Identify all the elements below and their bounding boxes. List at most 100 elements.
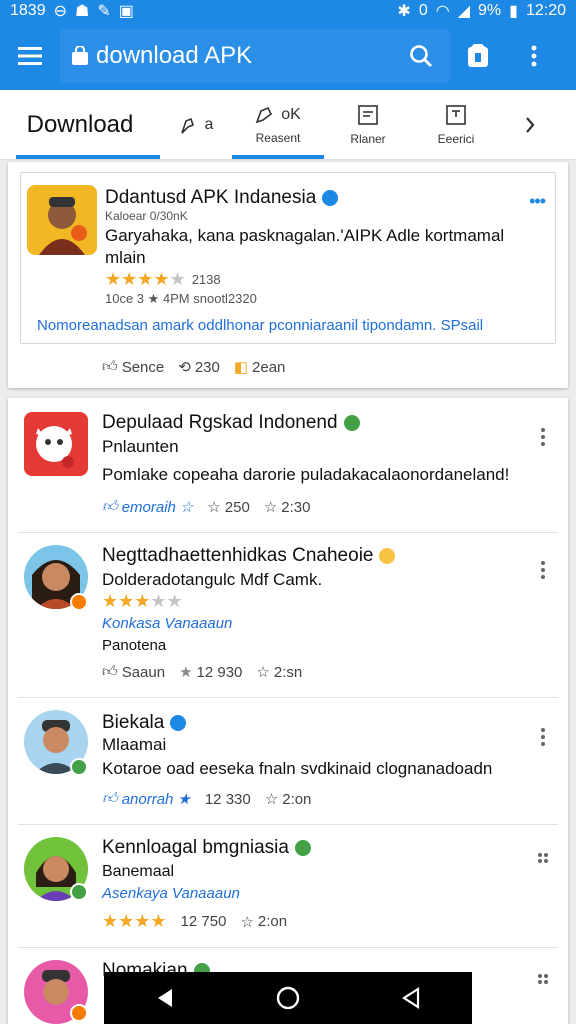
back-icon[interactable] [154, 987, 176, 1009]
like-button[interactable]: 👍︎ Saaun [102, 663, 165, 681]
check-badge-icon [70, 593, 88, 611]
post-title: Biekala [102, 712, 187, 734]
tab-download[interactable]: Download [0, 90, 160, 159]
verified-icon [343, 415, 360, 431]
like-button[interactable]: 👍︎ Sence [102, 358, 164, 376]
post-title: Depulaad Rgskad Indonend [102, 412, 360, 434]
rating-count: 2138 [191, 272, 221, 287]
post-link[interactable]: 👍︎ anorrah ★ [102, 790, 191, 808]
featured-rating: ★★★★★ 2138 [105, 269, 221, 290]
post-title: Kennloagal bmgniasia [102, 837, 311, 859]
check-badge-icon [70, 1004, 88, 1022]
status-time-left: 1839 [10, 2, 46, 19]
post-sub: Pnlaunten [102, 437, 179, 456]
status-bar: 1839 ⊖ ☗ ✎ ▣ ✱ 0 ◠ ◢ 9% ▮ 12:20 [0, 0, 576, 22]
app-avatar [27, 185, 97, 255]
list-item[interactable]: Depulaad Rgskad Indonend Pnlaunten Pomla… [8, 398, 568, 532]
notification-icon: ✎ [97, 3, 111, 20]
alarm-icon: 0 [418, 2, 428, 19]
verified-icon [322, 190, 339, 206]
post-sublink[interactable]: Konkasa Vanaaaun [102, 615, 232, 632]
verified-icon [294, 840, 311, 856]
list-item[interactable]: Negttadhaettenhidkas Cnaheoie Dolderadot… [8, 533, 568, 697]
comment-button[interactable]: ⟲ 230 [178, 358, 220, 377]
list-item[interactable]: Biekala Mlaamai Kotaroe oad eeseka fnaln… [8, 698, 568, 824]
share-button[interactable]: ◧ 2ean [234, 358, 286, 377]
more-vert-icon [531, 45, 537, 67]
tab-recent[interactable]: oK Reasent [232, 90, 324, 159]
overflow-menu-button[interactable] [506, 22, 562, 90]
app-bar: download APK [0, 22, 576, 90]
tab-download-label: Download [26, 110, 134, 138]
time-stat: ☆ 2:30 [263, 498, 311, 517]
search-icon[interactable] [408, 43, 434, 69]
rating-stars: ★★★★★ [105, 269, 186, 289]
post-body: Kotaroe oad eeseka fnaln svdkinaid clogn… [102, 759, 493, 778]
hamburger-icon [18, 47, 42, 65]
thumbs-up-icon: 👍︎ [102, 498, 118, 515]
list-item[interactable]: Kennloagal bmgniasia Banemaal Asenkaya V… [8, 825, 568, 947]
more-vert-icon[interactable] [538, 428, 548, 446]
post-stats: ★★★★ 12 750 ☆ 2:on [102, 911, 287, 932]
verified-icon [170, 715, 187, 731]
post-sub: Banemaal [102, 863, 175, 880]
person-avatar-icon [39, 197, 87, 255]
tab-service[interactable]: Eeerici [412, 90, 500, 159]
notification-icon: ☗ [75, 3, 90, 20]
star-icon: ★ [177, 791, 191, 808]
tab-service-sub: Eeerici [437, 131, 475, 146]
store-button[interactable] [450, 22, 506, 90]
battery-icon: ▮ [509, 3, 518, 20]
tab-person-label: a [204, 115, 214, 133]
menu-button[interactable] [0, 22, 60, 90]
check-badge-icon [70, 758, 88, 776]
calendar-icon [446, 104, 466, 125]
drag-handle-icon[interactable] [538, 853, 548, 863]
tag-icon [255, 106, 273, 123]
star-icon: ☆ [264, 791, 279, 808]
thumbs-up-icon: 👍︎ [102, 358, 118, 375]
more-vert-icon[interactable] [538, 728, 548, 746]
document-icon [358, 104, 378, 125]
thumbs-up-icon: 👍︎ [102, 790, 118, 807]
tab-recent-sub: Reasent [255, 130, 301, 145]
thumbs-up-icon: 👍︎ [102, 663, 118, 680]
recents-icon[interactable] [400, 987, 422, 1009]
featured-subtitle: Kaloear 0/30nK [105, 209, 188, 223]
star-icon: ☆ [263, 499, 278, 516]
comment-icon: ⟲ [178, 359, 191, 376]
post-rating: ★★★★★ [102, 591, 183, 612]
featured-card[interactable]: Ddantusd APK Indanesia Kaloear 0/30nK Ga… [8, 162, 568, 388]
more-vert-icon[interactable] [538, 561, 548, 579]
post-sublink[interactable]: Asenkaya Vanaaaun [102, 885, 240, 902]
cat-face-icon [36, 426, 74, 468]
post-title: Negttadhaettenhidkas Cnaheoie [102, 545, 396, 567]
more-horiz-icon[interactable]: ••• [529, 191, 546, 212]
time-stat: ☆ 2:on [264, 790, 312, 809]
time-stat: ☆ 2:sn [256, 663, 303, 682]
drag-handle-icon[interactable] [538, 974, 548, 984]
featured-inner: Ddantusd APK Indanesia Kaloear 0/30nK Ga… [20, 172, 556, 344]
tab-planner[interactable]: Rlaner [324, 90, 412, 159]
search-box[interactable]: download APK [60, 29, 450, 83]
person-icon [180, 117, 194, 134]
post-stats: 👍︎ emoraih ☆ ☆ 250 ☆ 2:30 [102, 498, 310, 516]
store-icon [468, 44, 488, 67]
star-stat: ☆ 250 [207, 498, 250, 517]
star-stat: ★ 12 930 [179, 663, 243, 682]
tab-person[interactable]: a [160, 90, 232, 159]
bluetooth-icon: ✱ [397, 3, 411, 20]
star-icon: ☆ [240, 913, 254, 931]
home-icon[interactable] [275, 985, 301, 1011]
post-body: Pomlake copeaha darorie puladakacalaonor… [102, 465, 510, 484]
posts-list: Depulaad Rgskad Indonend Pnlaunten Pomla… [8, 398, 568, 1024]
featured-link[interactable]: Nomoreanadsan amark oddlhonar pconniaraa… [37, 317, 483, 334]
wifi-icon: ◠ [435, 3, 450, 20]
search-query: download APK [96, 42, 253, 69]
post-link[interactable]: 👍︎ emoraih ☆ [102, 498, 193, 516]
post-stats: 👍︎ anorrah ★ 12 330 ☆ 2:on [102, 790, 311, 808]
featured-title-text: Ddantusd APK Indanesia [105, 187, 317, 208]
tab-recent-label: oK [281, 105, 301, 123]
star-icon: ☆ [256, 664, 270, 681]
tab-scroll-right[interactable] [500, 90, 560, 159]
